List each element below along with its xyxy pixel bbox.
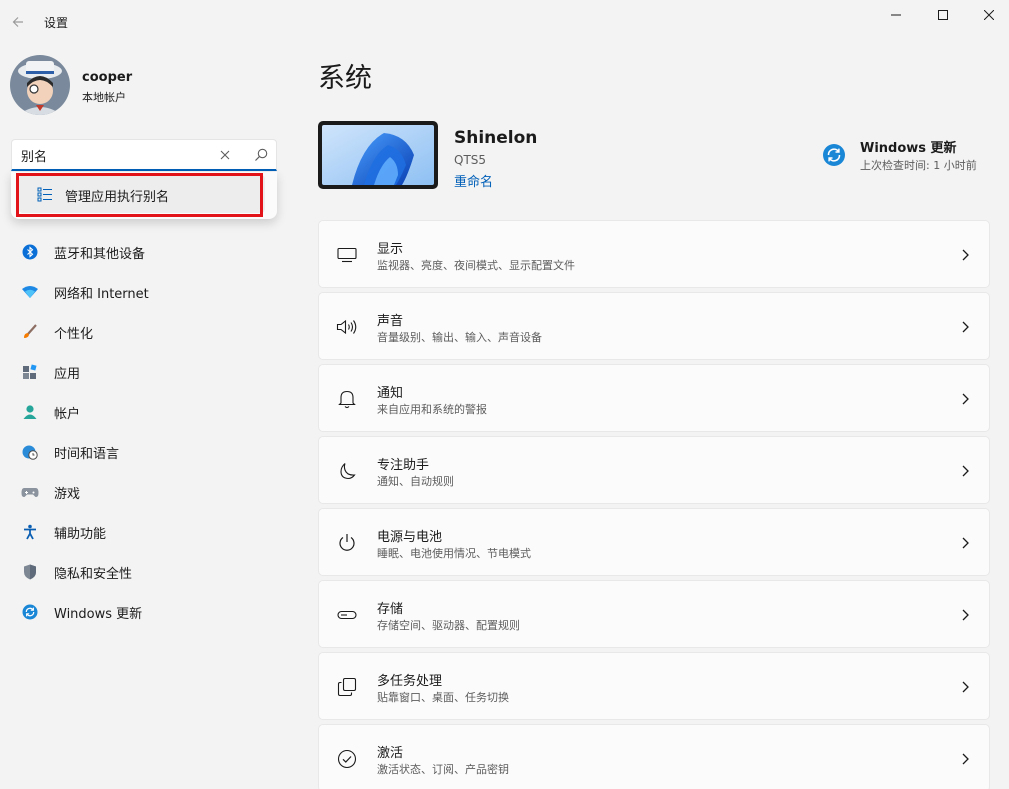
apps-icon bbox=[21, 363, 39, 381]
minimize-icon bbox=[891, 14, 901, 16]
chevron-right-icon bbox=[962, 249, 969, 261]
card-title: 多任务处理 bbox=[377, 674, 443, 689]
bell-icon bbox=[336, 389, 358, 409]
card-power-battery[interactable]: 电源与电池 睡眠、电池使用情况、节电模式 bbox=[318, 508, 990, 576]
card-subtitle: 睡眠、电池使用情况、节电模式 bbox=[377, 547, 531, 560]
check-circle-icon bbox=[336, 749, 358, 769]
close-icon bbox=[984, 10, 994, 20]
sidebar-item-label: 应用 bbox=[54, 367, 81, 382]
sidebar-item-bluetooth[interactable]: 蓝牙和其他设备 bbox=[10, 234, 280, 270]
card-activation[interactable]: 激活 激活状态、订阅、产品密钥 bbox=[318, 724, 990, 789]
card-title: 激活 bbox=[377, 746, 404, 761]
device-thumbnail bbox=[318, 121, 438, 189]
accessibility-icon bbox=[21, 523, 39, 541]
storage-icon bbox=[336, 605, 358, 625]
update-title[interactable]: Windows 更新 bbox=[860, 137, 957, 156]
sidebar-item-label: Windows 更新 bbox=[54, 607, 143, 622]
sidebar-item-label: 辅助功能 bbox=[54, 527, 107, 542]
update-icon bbox=[21, 603, 39, 621]
sidebar-item-personalization[interactable]: 个性化 bbox=[10, 314, 280, 350]
card-multitasking[interactable]: 多任务处理 贴靠窗口、桌面、任务切换 bbox=[318, 652, 990, 720]
update-icon[interactable] bbox=[822, 143, 846, 167]
sidebar-item-privacy[interactable]: 隐私和安全性 bbox=[10, 554, 280, 590]
search-value[interactable]: 别名 bbox=[21, 146, 47, 165]
card-focus-assist[interactable]: 专注助手 通知、自动规则 bbox=[318, 436, 990, 504]
chevron-right-icon bbox=[962, 537, 969, 549]
card-subtitle: 通知、自动规则 bbox=[377, 475, 454, 488]
card-sound[interactable]: 声音 音量级别、输出、输入、声音设备 bbox=[318, 292, 990, 360]
chevron-right-icon bbox=[962, 753, 969, 765]
card-subtitle: 监视器、亮度、夜间模式、显示配置文件 bbox=[377, 259, 575, 272]
arrow-left-icon bbox=[12, 17, 23, 27]
search-input[interactable]: 别名 bbox=[11, 139, 277, 171]
sidebar-item-windows-update[interactable]: Windows 更新 bbox=[10, 594, 280, 630]
multitask-icon bbox=[336, 677, 358, 697]
maximize-icon bbox=[938, 10, 948, 20]
sidebar-item-apps[interactable]: 应用 bbox=[10, 354, 280, 390]
sidebar-item-accessibility[interactable]: 辅助功能 bbox=[10, 514, 280, 550]
device-model: QTS5 bbox=[454, 153, 487, 167]
card-title: 显示 bbox=[377, 242, 404, 257]
sidebar-item-label: 蓝牙和其他设备 bbox=[54, 247, 146, 262]
wallpaper-image bbox=[322, 125, 434, 185]
device-name: Shinelon bbox=[454, 128, 538, 148]
chevron-right-icon bbox=[962, 609, 969, 621]
sidebar-item-label: 个性化 bbox=[54, 327, 94, 342]
globe-clock-icon bbox=[21, 443, 39, 461]
clear-icon[interactable] bbox=[216, 146, 234, 164]
sidebar-item-accounts[interactable]: 帐户 bbox=[10, 394, 280, 430]
brush-icon bbox=[21, 323, 39, 341]
card-subtitle: 贴靠窗口、桌面、任务切换 bbox=[377, 691, 509, 704]
card-title: 通知 bbox=[377, 386, 404, 401]
card-title: 声音 bbox=[377, 314, 404, 329]
chevron-right-icon bbox=[962, 465, 969, 477]
avatar[interactable] bbox=[10, 55, 70, 115]
minimize-button[interactable] bbox=[873, 0, 919, 30]
user-name: cooper bbox=[82, 70, 133, 85]
card-storage[interactable]: 存储 存储空间、驱动器、配置规则 bbox=[318, 580, 990, 648]
sidebar-item-network[interactable]: 网络和 Internet bbox=[10, 274, 280, 310]
monitor-icon bbox=[336, 245, 358, 265]
gamepad-icon bbox=[21, 483, 39, 501]
card-display[interactable]: 显示 监视器、亮度、夜间模式、显示配置文件 bbox=[318, 220, 990, 288]
sidebar-item-label: 游戏 bbox=[54, 487, 81, 502]
card-subtitle: 来自应用和系统的警报 bbox=[377, 403, 487, 416]
avatar-image bbox=[10, 55, 70, 115]
power-icon bbox=[336, 533, 358, 553]
sidebar-item-label: 网络和 Internet bbox=[54, 287, 149, 302]
sidebar-item-time-language[interactable]: 时间和语言 bbox=[10, 434, 280, 470]
highlight-box bbox=[16, 173, 263, 217]
close-button[interactable] bbox=[966, 0, 1009, 30]
card-title: 专注助手 bbox=[377, 458, 430, 473]
title-bar: 设置 bbox=[0, 0, 1009, 44]
bluetooth-icon bbox=[21, 243, 39, 261]
search-suggestions: 管理应用执行别名 bbox=[11, 172, 277, 219]
sidebar-item-label: 时间和语言 bbox=[54, 447, 120, 462]
sidebar-item-label: 帐户 bbox=[54, 407, 81, 422]
speaker-icon bbox=[336, 317, 358, 337]
page-title: 系统 bbox=[318, 63, 372, 94]
person-icon bbox=[21, 403, 39, 421]
app-title: 设置 bbox=[44, 16, 69, 30]
card-title: 存储 bbox=[377, 602, 404, 617]
moon-icon bbox=[336, 461, 358, 481]
wifi-icon bbox=[21, 283, 39, 301]
shield-icon bbox=[21, 563, 39, 581]
chevron-right-icon bbox=[962, 393, 969, 405]
chevron-right-icon bbox=[962, 681, 969, 693]
search-icon[interactable] bbox=[252, 146, 270, 164]
card-notifications[interactable]: 通知 来自应用和系统的警报 bbox=[318, 364, 990, 432]
account-type: 本地帐户 bbox=[82, 91, 126, 104]
maximize-button[interactable] bbox=[920, 0, 966, 30]
chevron-right-icon bbox=[962, 321, 969, 333]
back-button[interactable] bbox=[6, 8, 30, 36]
card-subtitle: 音量级别、输出、输入、声音设备 bbox=[377, 331, 542, 344]
card-subtitle: 存储空间、驱动器、配置规则 bbox=[377, 619, 520, 632]
sidebar-item-label: 隐私和安全性 bbox=[54, 567, 133, 582]
rename-link[interactable]: 重命名 bbox=[454, 171, 493, 190]
card-title: 电源与电池 bbox=[377, 530, 443, 545]
update-last-checked: 上次检查时间: 1 小时前 bbox=[860, 159, 977, 172]
card-subtitle: 激活状态、订阅、产品密钥 bbox=[377, 763, 509, 776]
sidebar-item-gaming[interactable]: 游戏 bbox=[10, 474, 280, 510]
